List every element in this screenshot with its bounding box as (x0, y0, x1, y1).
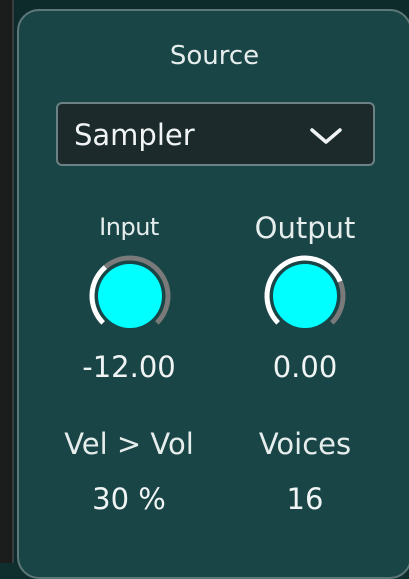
vel-vol-label: Vel > Vol (64, 427, 194, 461)
input-knob[interactable] (87, 253, 173, 339)
chevron-down-icon (310, 128, 342, 144)
panel-title: Source (169, 41, 260, 71)
source-panel: Source Sampler Input Output -12.00 0.00 … (17, 9, 409, 579)
output-value: 0.00 (272, 350, 338, 384)
output-knob[interactable] (262, 253, 348, 339)
voices-value[interactable]: 16 (245, 482, 365, 516)
left-edge-divider (12, 0, 14, 563)
input-label: Input (99, 213, 159, 241)
source-dropdown-value: Sampler (74, 118, 195, 152)
source-dropdown[interactable]: Sampler (56, 102, 375, 166)
output-knob-body (273, 264, 337, 328)
output-label: Output (254, 211, 356, 245)
voices-label: Voices (258, 427, 352, 461)
input-value: -12.00 (82, 350, 176, 384)
input-knob-body (98, 264, 162, 328)
vel-vol-value[interactable]: 30 % (59, 482, 199, 516)
